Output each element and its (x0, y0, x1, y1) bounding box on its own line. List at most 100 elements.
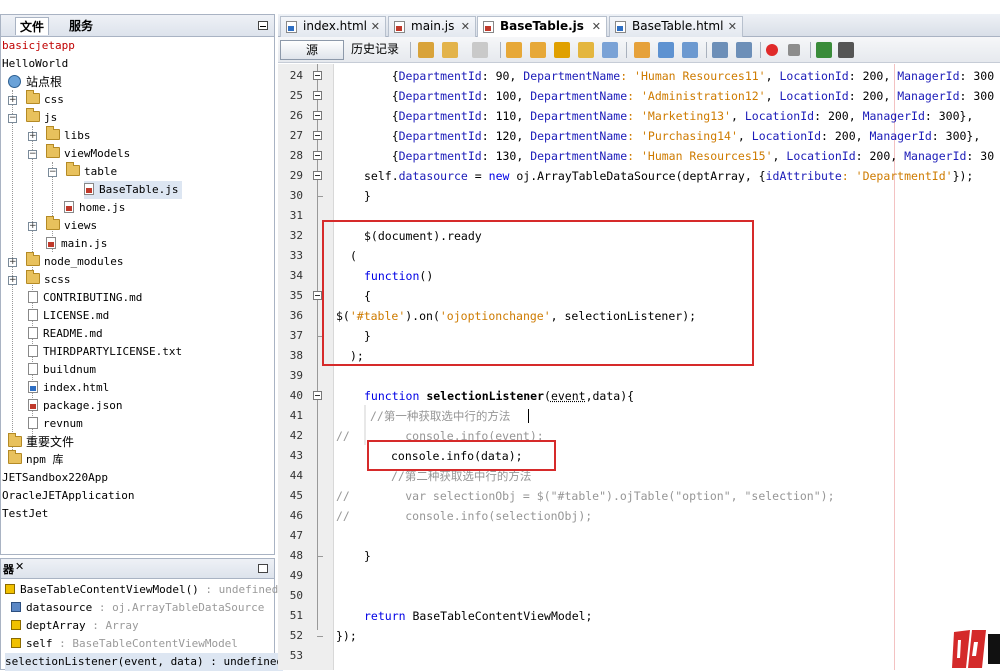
tab-basetable-js[interactable]: BaseTable.js ✕ (477, 16, 607, 37)
tree-item-npm[interactable]: npm 库 (8, 450, 64, 469)
uncomment-icon[interactable] (838, 42, 854, 58)
tree-item-viewmodels[interactable]: viewModels (46, 144, 130, 163)
next-bookmark-icon[interactable] (658, 42, 674, 58)
navigator-item[interactable]: datasource : oj.ArrayTableDataSource (11, 599, 264, 617)
expand-icon[interactable]: + (8, 258, 17, 267)
line-number: 32 (289, 229, 303, 242)
toggle-highlight-icon[interactable] (578, 42, 594, 58)
minimize-icon[interactable] (258, 21, 268, 30)
tree-item-buildnum[interactable]: buildnum (28, 361, 96, 379)
tree-item-home-js[interactable]: home.js (64, 199, 125, 217)
tree-item-license[interactable]: LICENSE.md (28, 307, 109, 325)
tree-item-basetable-js[interactable]: BaseTable.js (84, 181, 183, 199)
fold-icon[interactable] (313, 391, 322, 400)
last-edit-icon[interactable] (418, 42, 434, 58)
file-icon (28, 363, 38, 375)
tree-item-main-js[interactable]: main.js (46, 235, 107, 253)
source-button[interactable]: 源 (280, 40, 344, 60)
code-line-24: {DepartmentId: 90, DepartmentName: 'Huma… (364, 69, 995, 83)
expand-icon[interactable]: + (8, 96, 17, 105)
file-icon (28, 345, 38, 357)
tree-label: scss (44, 273, 71, 286)
shift-right-icon[interactable] (736, 42, 752, 58)
tree-item-jetsandbox[interactable]: JETSandbox220App (2, 469, 108, 487)
collapse-icon[interactable]: − (8, 114, 17, 123)
close-icon[interactable]: ✕ (728, 17, 737, 36)
tree-item-package-json[interactable]: package.json (28, 397, 122, 415)
tree-item-css[interactable]: css (26, 90, 64, 109)
toggle-bookmark-icon[interactable] (682, 42, 698, 58)
fold-icon[interactable] (313, 171, 322, 180)
expand-icon[interactable]: + (8, 276, 17, 285)
code-line-51: return BaseTableContentViewModel; (364, 609, 593, 623)
tree-item-site-root[interactable]: 站点根 (8, 73, 62, 91)
tree-item-revnum[interactable]: revnum (28, 415, 83, 433)
file-icon (28, 417, 38, 429)
tree-item-index-html[interactable]: index.html (28, 379, 109, 397)
navigator-item[interactable]: selectionListener(event, data) : undefin… (5, 653, 284, 671)
record-macro-icon[interactable] (766, 44, 778, 56)
fold-icon[interactable] (313, 91, 322, 100)
close-icon[interactable]: ✕ (15, 560, 24, 573)
tab-index-html[interactable]: index.html ✕ (280, 16, 386, 37)
folder-icon (26, 90, 40, 104)
tree-item-scss[interactable]: scss (26, 270, 71, 289)
tree-item-views[interactable]: views (46, 216, 97, 235)
close-icon[interactable]: ✕ (461, 17, 470, 36)
forward-icon[interactable] (472, 42, 488, 58)
collapse-icon[interactable]: − (48, 168, 57, 177)
tree-item-basicjetapp[interactable]: basicjetapp (2, 37, 75, 55)
shift-left-icon[interactable] (712, 42, 728, 58)
fold-icon[interactable] (313, 71, 322, 80)
fold-icon[interactable] (313, 131, 322, 140)
find-selection-icon[interactable] (554, 42, 570, 58)
tree-item-important-files[interactable]: 重要文件 (8, 433, 74, 451)
folder-icon (26, 270, 40, 284)
toggle-rect-select-icon[interactable] (602, 42, 618, 58)
history-button[interactable]: 历史记录 (346, 40, 404, 60)
globe-icon (8, 75, 21, 88)
tree-label: HelloWorld (2, 57, 69, 70)
tree-item-thirdparty[interactable]: THIRDPARTYLICENSE.txt (28, 343, 182, 361)
member-type: : undefined (198, 583, 279, 596)
collapse-icon[interactable]: − (28, 150, 37, 159)
previous-bookmark-icon[interactable] (634, 42, 650, 58)
line-number: 29 (289, 169, 303, 182)
tree-item-oraclejet[interactable]: OracleJETApplication (2, 487, 134, 505)
tree-item-node-modules[interactable]: node_modules (26, 252, 123, 271)
close-icon[interactable]: ✕ (371, 17, 380, 36)
tree-label: buildnum (43, 363, 96, 376)
close-icon[interactable]: ✕ (592, 17, 601, 36)
tab-main-js[interactable]: main.js ✕ (388, 16, 476, 37)
tab-navigator[interactable]: 器 (3, 561, 14, 577)
fold-icon[interactable] (313, 111, 322, 120)
comment-icon[interactable] (816, 42, 832, 58)
tab-services[interactable]: 服务 (65, 17, 97, 35)
tree-item-testjet[interactable]: TestJet (2, 505, 48, 523)
navigator-item[interactable]: deptArray : Array (11, 617, 139, 635)
stop-macro-icon[interactable] (788, 44, 800, 56)
back-icon[interactable] (442, 42, 458, 58)
expand-icon[interactable]: + (28, 132, 37, 141)
tree-item-js[interactable]: js (26, 108, 57, 127)
expand-icon[interactable]: + (28, 222, 37, 231)
navigator-item[interactable]: BaseTableContentViewModel() : undefined (5, 581, 278, 599)
fold-icon[interactable] (313, 291, 322, 300)
tab-files[interactable]: 文件 (15, 17, 50, 35)
folder-icon (26, 108, 40, 122)
tree-item-readme[interactable]: README.md (28, 325, 103, 343)
navigator-item[interactable]: self : BaseTableContentViewModel (11, 635, 238, 653)
tree-item-table[interactable]: table (66, 162, 117, 181)
tree-label: revnum (43, 417, 83, 430)
find-previous-icon[interactable] (506, 42, 522, 58)
toolbar-separator (626, 42, 627, 58)
annotation-box (322, 220, 754, 366)
minimize-icon[interactable] (258, 564, 268, 573)
find-next-icon[interactable] (530, 42, 546, 58)
member-name: self (26, 637, 53, 650)
tree-item-libs[interactable]: libs (46, 126, 91, 145)
tree-item-helloworld[interactable]: HelloWorld (2, 55, 68, 73)
tab-basetable-html[interactable]: BaseTable.html ✕ (609, 16, 743, 37)
fold-icon[interactable] (313, 151, 322, 160)
tree-item-contributing[interactable]: CONTRIBUTING.md (28, 289, 142, 307)
